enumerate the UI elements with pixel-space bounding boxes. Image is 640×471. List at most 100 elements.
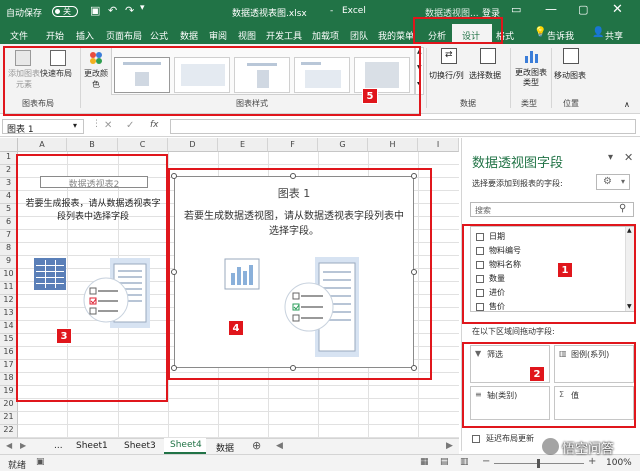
column-header[interactable]: G [318,138,368,152]
lightbulb-icon: 💡 [534,27,547,38]
column-header[interactable]: E [218,138,268,152]
defer-update-checkbox[interactable] [472,435,480,443]
highlight-pivot-chart [168,168,432,380]
column-header[interactable]: H [368,138,418,152]
column-header[interactable]: B [67,138,118,152]
tell-me-search[interactable]: 告诉我 [547,29,574,42]
zoom-out-icon[interactable]: − [482,456,490,467]
page-layout-view-icon[interactable]: ▤ [440,457,449,467]
highlight-pivot-table [16,154,168,402]
tab-scroll-right-icon[interactable]: ▶ [446,441,453,451]
tab-addins[interactable]: 加载项 [312,29,339,42]
tab-data[interactable]: 数据 [180,29,198,42]
tab-page-layout[interactable]: 页面布局 [106,29,142,42]
badge-5: 5 [362,88,378,104]
ribbon-tabs: 文件 开始 插入 页面布局 公式 数据 审阅 视图 开发工具 加载项 团队 我的… [0,24,640,44]
tab-home[interactable]: 开始 [46,29,64,42]
highlight-context-tabs [413,17,503,44]
minimize-icon[interactable]: — [545,2,557,16]
tab-review[interactable]: 审阅 [209,29,227,42]
column-header[interactable]: D [168,138,218,152]
column-header[interactable]: I [418,138,459,152]
select-data-button[interactable]: 选择数据 [469,48,505,90]
column-header[interactable]: A [18,138,67,152]
enter-icon[interactable]: ✓ [126,120,134,131]
tab-my-menu[interactable]: 我的菜单 [378,29,414,42]
save-icon[interactable]: ▣ [90,4,100,17]
autosave-label: 自动保存 [6,9,43,19]
name-box-dropdown-icon[interactable]: ▾ [73,121,77,130]
column-header[interactable]: C [118,138,168,152]
move-chart-label: 移动图表 [554,71,586,80]
collapse-ribbon-icon[interactable]: ∧ [624,100,630,109]
pane-subtitle: 选择要添加到报表的字段: [472,179,563,188]
zoom-level[interactable]: 100% [606,458,632,468]
window-filename: 数据透视表图.xlsx [232,9,307,19]
watermark-logo-icon [542,438,559,455]
tab-view[interactable]: 视图 [238,29,256,42]
tab-team[interactable]: 团队 [350,29,368,42]
app-name: Excel [342,6,366,16]
formula-options-icon[interactable]: ⋮ [92,119,101,129]
tab-developer[interactable]: 开发工具 [266,29,302,42]
select-all-corner[interactable] [0,138,18,152]
sheet-tab-sheet1[interactable]: Sheet1 [76,441,108,451]
settings-dropdown-icon: ▾ [621,177,626,186]
chart-type-icon [523,48,539,64]
sheet-tab-sheet4-active[interactable]: Sheet4 [164,438,206,454]
insert-function-icon[interactable]: fx [150,120,159,130]
autosave-toggle[interactable]: 关 [52,6,78,17]
change-chart-type-label: 更改图表类型 [515,68,547,87]
tab-file[interactable]: 文件 [10,29,28,42]
row-header[interactable]: 21 [0,412,18,425]
select-data-label: 选择数据 [469,71,501,80]
maximize-icon[interactable]: ▢ [578,3,588,16]
undo-icon[interactable]: ↶ [108,4,117,17]
defer-update-label: 延迟布局更新 [486,434,534,443]
column-header[interactable]: F [268,138,318,152]
tab-scroll-left-icon[interactable]: ◀ [276,441,283,451]
next-sheet-icon[interactable]: ▶ [20,441,26,450]
switch-row-column-label: 切换行/列 [429,71,464,80]
move-chart-icon [563,48,579,64]
page-break-view-icon[interactable]: ▥ [460,457,469,467]
group-type: 类型 [521,99,537,108]
sheet-tab-data[interactable]: 数据 [216,441,234,454]
zoom-slider[interactable] [494,459,584,468]
gear-icon: ⚙ [603,176,612,187]
switch-row-column-icon: ⇄ [441,48,457,64]
zoom-slider-thumb[interactable] [537,459,540,468]
badge-4: 4 [228,320,244,336]
pane-options-dropdown-icon[interactable]: ▾ [608,152,613,163]
move-chart-button[interactable]: 移动图表 [554,48,588,90]
hidden-sheets-ellipsis[interactable]: ... [54,441,63,451]
prev-sheet-icon[interactable]: ◀ [6,441,12,450]
row-header[interactable]: 22 [0,425,18,438]
field-search-input[interactable]: 搜索 ⚲ [470,202,634,217]
add-sheet-icon[interactable]: ⊕ [252,439,261,452]
change-chart-type-button[interactable]: 更改图表类型 [513,48,549,92]
macro-record-icon[interactable]: ▣ [36,457,45,467]
share-button[interactable]: 共享 [605,29,623,42]
tab-formulas[interactable]: 公式 [150,29,168,42]
highlight-field-list [462,224,636,324]
customize-toolbar-icon[interactable]: ▾ [140,3,145,13]
normal-view-icon[interactable]: ▦ [420,457,429,467]
row-gridline [18,411,459,412]
tab-insert[interactable]: 插入 [76,29,94,42]
group-location: 位置 [563,99,579,108]
formula-bar: 图表 1 ▾ ⋮ ✕ ✓ fx [0,117,640,137]
sheet-tab-sheet3[interactable]: Sheet3 [124,441,156,451]
search-icon: ⚲ [619,203,627,214]
name-box-value: 图表 1 [7,125,34,135]
pane-settings-button[interactable]: ⚙ ▾ [596,174,630,190]
title-bar: 自动保存 关 ▣ ↶ ↷ ▾ 数据透视表图.xlsx - Excel 数据透视图… [0,0,640,24]
ribbon-display-icon[interactable]: ▭ [511,3,521,16]
switch-row-column-button[interactable]: ⇄ 切换行/列 [429,48,467,90]
name-box[interactable]: 图表 1 ▾ [2,119,84,135]
close-icon[interactable]: ✕ [612,2,623,17]
redo-icon[interactable]: ↷ [125,4,134,17]
formula-input[interactable] [170,119,636,134]
pane-close-icon[interactable]: ✕ [624,151,633,164]
cancel-icon[interactable]: ✕ [104,120,112,131]
